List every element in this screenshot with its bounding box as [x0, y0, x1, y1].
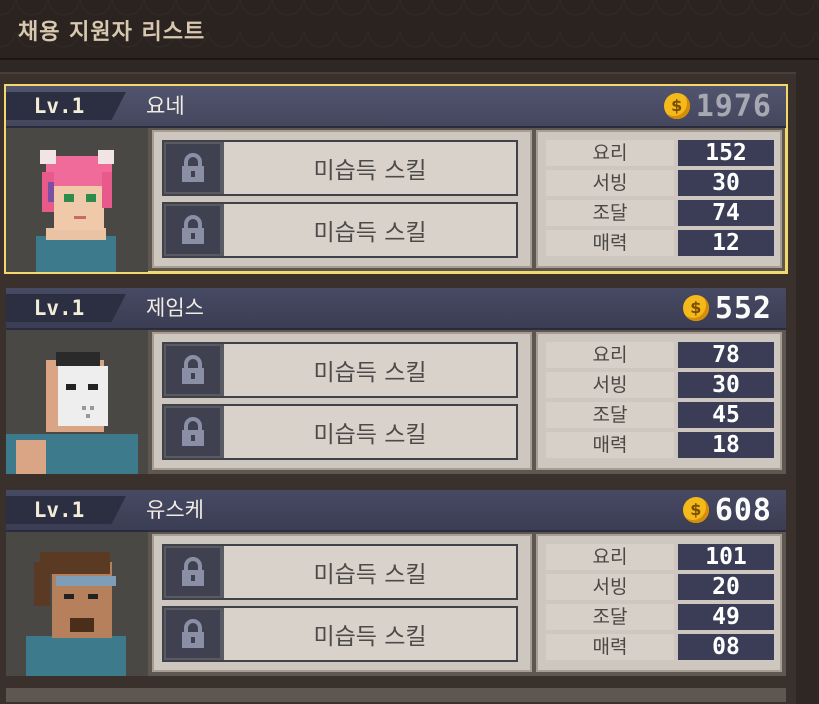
stat-value: 78 [678, 342, 774, 368]
skill-slot[interactable]: 미습득 스킬 [162, 140, 518, 196]
candidate-portrait [6, 128, 148, 272]
candidate-list[interactable]: Lv.1 요네 $ 1976 미습득 스킬 미습득 스킬 요리 152 서빙 3… [0, 72, 796, 704]
candidate-name: 유스케 [146, 498, 204, 522]
hire-price: $ 608 [682, 492, 772, 528]
stat-row-cooking: 요리 152 [546, 140, 774, 166]
level-badge: Lv.1 [6, 294, 126, 322]
candidate-card-james[interactable]: Lv.1 제임스 $ 552 미습득 스킬 미습득 스킬 요리 78 서빙 30… [6, 288, 786, 474]
skill-slot[interactable]: 미습득 스킬 [162, 202, 518, 258]
stat-row-serving: 서빙 30 [546, 372, 774, 398]
portrait-yone-image [36, 150, 116, 272]
skill-label: 미습득 스킬 [224, 344, 516, 396]
price-value: 608 [714, 492, 772, 528]
skill-label: 미습득 스킬 [224, 406, 516, 458]
stat-label: 조달 [546, 200, 674, 226]
portrait-yusuke-image [26, 552, 126, 676]
stat-value: 20 [678, 574, 774, 600]
portrait-james-image [6, 352, 138, 474]
level-badge: Lv.1 [6, 496, 126, 524]
title-bar: 채용 지원자 리스트 [0, 0, 819, 60]
stat-label: 조달 [546, 402, 674, 428]
skill-label: 미습득 스킬 [224, 608, 516, 660]
stat-label: 매력 [546, 634, 674, 660]
lock-icon [166, 610, 220, 658]
stat-row-charm: 매력 18 [546, 432, 774, 458]
stat-value: 30 [678, 170, 774, 196]
hire-price: $ 552 [682, 290, 772, 326]
stat-label: 요리 [546, 544, 674, 570]
stat-row-procurement: 조달 45 [546, 402, 774, 428]
lock-icon [166, 346, 220, 394]
card-header: Lv.1 제임스 $ 552 [6, 288, 786, 330]
stat-label: 서빙 [546, 170, 674, 196]
stat-label: 서빙 [546, 372, 674, 398]
stat-label: 서빙 [546, 574, 674, 600]
lock-icon [166, 548, 220, 596]
stat-value: 101 [678, 544, 774, 570]
candidate-card-yusuke[interactable]: Lv.1 유스케 $ 608 미습득 스킬 미습득 스킬 요리 101 서빙 2… [6, 490, 786, 676]
skill-slots: 미습득 스킬 미습득 스킬 [152, 130, 532, 268]
stat-row-charm: 매력 08 [546, 634, 774, 660]
candidate-name: 요네 [146, 94, 185, 118]
lock-icon [166, 206, 220, 254]
next-card-edge [6, 688, 786, 702]
stat-row-charm: 매력 12 [546, 230, 774, 256]
coin-icon: $ [663, 93, 690, 119]
stat-value: 30 [678, 372, 774, 398]
card-header: Lv.1 요네 $ 1976 [6, 86, 786, 128]
stat-row-procurement: 조달 49 [546, 604, 774, 630]
stat-value: 18 [678, 432, 774, 458]
coin-icon: $ [682, 497, 709, 523]
stat-value: 45 [678, 402, 774, 428]
lock-icon [166, 408, 220, 456]
stat-label: 요리 [546, 140, 674, 166]
card-header: Lv.1 유스케 $ 608 [6, 490, 786, 532]
stat-row-serving: 서빙 20 [546, 574, 774, 600]
stat-panel: 요리 152 서빙 30 조달 74 매력 12 [536, 130, 782, 268]
candidate-name: 제임스 [146, 296, 204, 320]
skill-slot[interactable]: 미습득 스킬 [162, 404, 518, 460]
candidate-portrait [6, 532, 148, 676]
lock-icon [166, 144, 220, 192]
skill-slots: 미습득 스킬 미습득 스킬 [152, 534, 532, 672]
stat-label: 조달 [546, 604, 674, 630]
stat-value: 49 [678, 604, 774, 630]
stat-value: 74 [678, 200, 774, 226]
skill-slot[interactable]: 미습득 스킬 [162, 606, 518, 662]
stat-label: 매력 [546, 230, 674, 256]
stat-panel: 요리 101 서빙 20 조달 49 매력 08 [536, 534, 782, 672]
stat-label: 매력 [546, 432, 674, 458]
skill-slot[interactable]: 미습득 스킬 [162, 342, 518, 398]
stat-value: 152 [678, 140, 774, 166]
hire-price: $ 1976 [663, 88, 772, 124]
skill-label: 미습득 스킬 [224, 142, 516, 194]
price-value: 552 [714, 290, 772, 326]
skill-slot[interactable]: 미습득 스킬 [162, 544, 518, 600]
page-title: 채용 지원자 리스트 [18, 20, 206, 45]
coin-icon: $ [682, 295, 709, 321]
stat-row-serving: 서빙 30 [546, 170, 774, 196]
stat-label: 요리 [546, 342, 674, 368]
stat-value: 12 [678, 230, 774, 256]
stat-panel: 요리 78 서빙 30 조달 45 매력 18 [536, 332, 782, 470]
candidate-card-yone[interactable]: Lv.1 요네 $ 1976 미습득 스킬 미습득 스킬 요리 152 서빙 3… [4, 84, 788, 274]
skill-slots: 미습득 스킬 미습득 스킬 [152, 332, 532, 470]
stat-value: 08 [678, 634, 774, 660]
stat-row-cooking: 요리 101 [546, 544, 774, 570]
candidate-portrait [6, 330, 148, 474]
price-value: 1976 [695, 88, 772, 124]
stat-row-procurement: 조달 74 [546, 200, 774, 226]
skill-label: 미습득 스킬 [224, 204, 516, 256]
level-badge: Lv.1 [6, 92, 126, 120]
stat-row-cooking: 요리 78 [546, 342, 774, 368]
skill-label: 미습득 스킬 [224, 546, 516, 598]
